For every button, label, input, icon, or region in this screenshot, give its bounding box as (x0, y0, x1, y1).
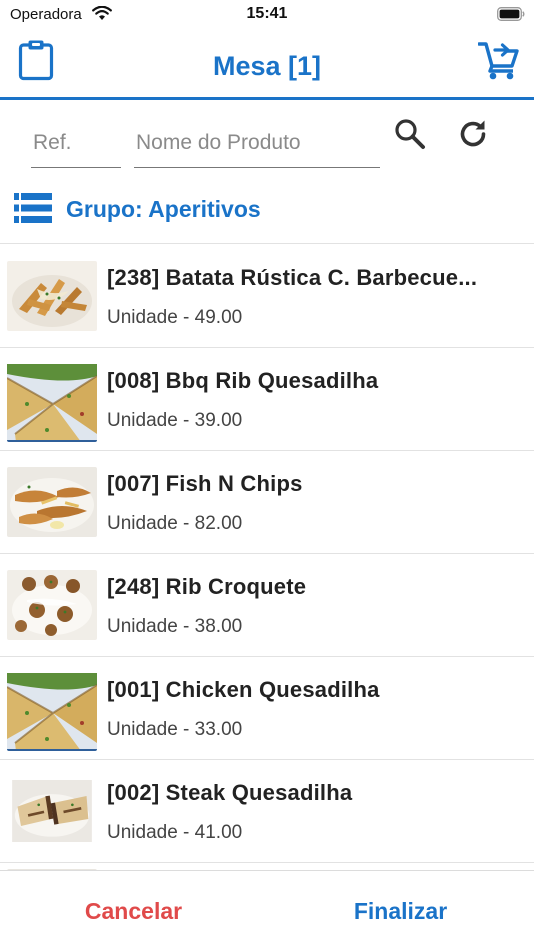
product-price: Unidade - 41.00 (107, 822, 243, 843)
search-icon[interactable] (392, 116, 428, 152)
product-name: [002] Steak Quesadilha (107, 780, 353, 805)
finish-button[interactable]: Finalizar (267, 871, 534, 950)
quesadilla-image (7, 673, 97, 751)
product-name: [248] Rib Croquete (107, 574, 307, 599)
croquette-image (7, 570, 97, 640)
bottom-bar: Cancelar Finalizar (0, 870, 534, 950)
search-row (0, 100, 534, 180)
list-item[interactable]: [002] Steak Quesadilha Unidade - 41.00 (0, 760, 534, 863)
list-item[interactable]: [008] Bbq Rib Quesadilha Unidade - 39.00 (0, 348, 534, 451)
product-name: [001] Chicken Quesadilha (107, 677, 380, 702)
product-name: [007] Fish N Chips (107, 471, 303, 496)
nav-bar: Mesa [1] (0, 30, 534, 100)
product-price: Unidade - 49.00 (107, 307, 243, 328)
list-item[interactable]: [007] Fish N Chips Unidade - 82.00 (0, 451, 534, 554)
group-selector[interactable]: Grupo: Aperitivos (0, 180, 534, 244)
battery-icon (497, 7, 525, 21)
group-label: Grupo: Aperitivos (66, 196, 261, 222)
list-item[interactable]: [238] Batata Rústica C. Barbecue... Unid… (0, 245, 534, 348)
product-price: Unidade - 38.00 (107, 616, 243, 637)
product-list: [238] Batata Rústica C. Barbecue... Unid… (0, 245, 534, 870)
product-price: Unidade - 33.00 (107, 719, 243, 740)
refresh-icon[interactable] (455, 116, 491, 152)
product-name-input[interactable] (134, 118, 380, 168)
quesadilla-image (7, 364, 97, 442)
cart-add-icon[interactable] (478, 40, 520, 80)
list-item[interactable]: [001] Chicken Quesadilha Unidade - 33.00 (0, 657, 534, 760)
page-title: Mesa [1] (212, 51, 322, 81)
product-name: [238] Batata Rústica C. Barbecue... (107, 265, 478, 290)
status-bar: Operadora 15:41 (0, 0, 534, 30)
list-item[interactable] (0, 863, 534, 870)
list-item[interactable]: [248] Rib Croquete Unidade - 38.00 (0, 554, 534, 657)
steak-quesadilla-image (12, 780, 92, 842)
ref-input[interactable] (31, 118, 121, 168)
product-price: Unidade - 82.00 (107, 513, 243, 534)
potato-wedges-image (7, 261, 97, 331)
cancel-button[interactable]: Cancelar (0, 871, 267, 950)
clock: 15:41 (246, 5, 288, 22)
product-price: Unidade - 39.00 (107, 410, 243, 431)
fried-fish-image (7, 467, 97, 537)
list-icon (14, 193, 52, 223)
product-name: [008] Bbq Rib Quesadilha (107, 368, 379, 393)
